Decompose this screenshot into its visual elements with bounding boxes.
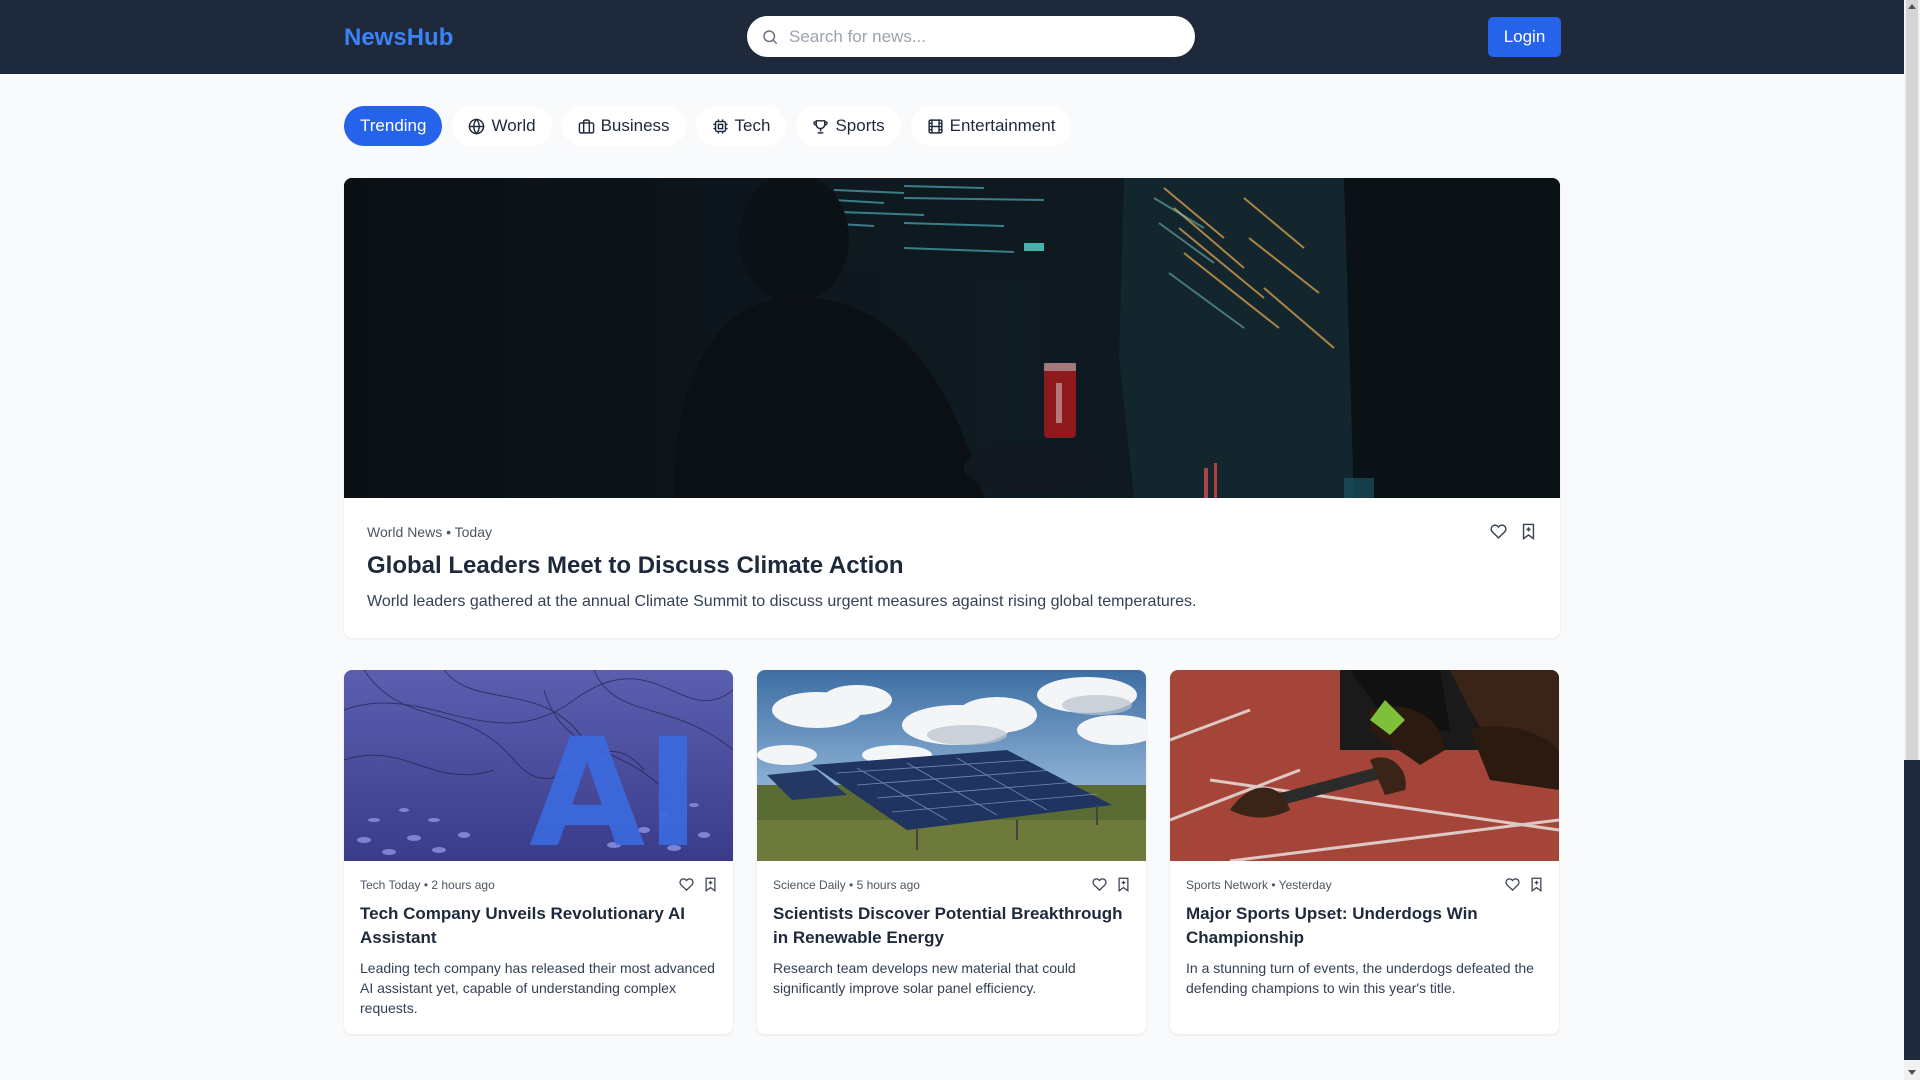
article-description: Leading tech company has released their … [360,960,715,1016]
article-actions [1505,877,1543,892]
article-description: Research team develops new material that… [773,960,1076,996]
featured-article-card[interactable]: World News • Today Global Leaders Meet t… [344,178,1560,638]
search-icon [763,29,778,44]
article-meta: Sports Network • Yesterday [1186,878,1332,892]
top-navbar: NewsHub Login [0,0,1904,74]
tab-label: Business [600,116,670,135]
article-meta: World News • Today [367,524,492,540]
article-meta: Tech Today • 2 hours ago [360,878,495,892]
scroll-down-arrow-icon[interactable] [1908,1070,1916,1075]
article-image-solar [757,670,1146,861]
tab-trending[interactable]: Trending [344,106,443,146]
article-title[interactable]: Tech Company Unveils Revolutionary AI As… [360,902,720,950]
like-icon[interactable] [1505,877,1520,892]
featured-title[interactable]: Global Leaders Meet to Discuss Climate A… [367,552,904,580]
search-input[interactable] [789,26,1169,47]
article-image-track [1170,670,1559,861]
bookmark-icon[interactable] [1530,877,1543,892]
scrollbar-track-lower [1904,760,1920,1060]
search-bar[interactable] [747,16,1195,57]
article-card[interactable]: AI Tech Today • 2 hours ago Tech Company… [344,670,733,1034]
article-actions [1490,523,1536,540]
like-icon[interactable] [1490,523,1507,540]
article-card[interactable]: Sports Network • Yesterday Major Sports … [1170,670,1559,1034]
tab-entertainment[interactable]: Entertainment [910,106,1072,146]
featured-image [344,178,1560,498]
login-button[interactable]: Login [1488,17,1561,57]
bookmark-icon[interactable] [704,877,717,892]
tab-label: Entertainment [949,116,1056,135]
article-title[interactable]: Major Sports Upset: Underdogs Win Champi… [1186,902,1546,950]
tab-label: Tech [734,116,771,135]
film-icon [928,118,943,134]
ai-text-graphic: AI [529,707,701,861]
like-icon[interactable] [679,877,694,892]
chip-icon [712,118,728,134]
bookmark-icon[interactable] [1521,523,1536,540]
bookmark-icon[interactable] [1117,877,1130,892]
article-meta: Science Daily • 5 hours ago [773,878,920,892]
article-card[interactable]: Science Daily • 5 hours ago Scientists D… [757,670,1146,1034]
article-description: In a stunning turn of events, the underd… [1186,960,1534,996]
like-icon[interactable] [1092,877,1107,892]
category-tabs: Trending World Business Tech Sports Ente… [344,106,1072,146]
tab-tech[interactable]: Tech [695,106,787,146]
tab-label: World [491,116,536,135]
article-title[interactable]: Scientists Discover Potential Breakthrou… [773,902,1133,950]
scroll-up-arrow-icon[interactable] [1908,4,1916,9]
tab-business[interactable]: Business [561,106,686,146]
tab-sports[interactable]: Sports [796,106,901,146]
tab-label: Sports [835,116,885,135]
briefcase-icon [578,118,594,134]
globe-icon [469,117,485,135]
trophy-icon [813,119,829,134]
page-scrollbar[interactable] [1904,0,1920,1080]
brand-logo[interactable]: NewsHub [344,24,453,52]
article-image-ai: AI [344,670,733,861]
article-actions [1092,877,1130,892]
scrollbar-thumb[interactable] [1906,0,1918,760]
tab-world[interactable]: World [452,106,552,146]
tab-label: Trending [360,116,427,135]
article-actions [679,877,717,892]
featured-description: World leaders gathered at the annual Cli… [367,593,1197,610]
